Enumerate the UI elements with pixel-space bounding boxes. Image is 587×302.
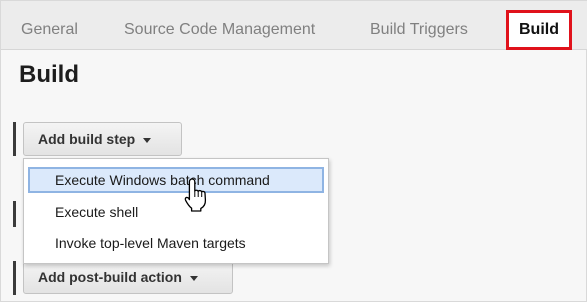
tab-source-code-management[interactable]: Source Code Management	[124, 11, 315, 50]
jenkins-config-window: General Source Code Management Build Tri…	[0, 0, 587, 302]
caret-down-icon	[189, 275, 198, 281]
tab-general[interactable]: General	[21, 11, 78, 50]
menu-item-execute-shell[interactable]: Execute shell	[28, 199, 324, 225]
section-marker	[13, 201, 16, 227]
add-post-build-action-button[interactable]: Add post-build action	[23, 260, 233, 294]
hand-pointer-icon	[184, 178, 207, 212]
add-build-step-label: Add build step	[38, 131, 136, 147]
section-marker	[13, 261, 16, 295]
add-build-step-button[interactable]: Add build step	[23, 122, 182, 156]
menu-item-execute-windows-batch-command[interactable]: Execute Windows batch command	[28, 167, 324, 193]
build-step-dropdown-menu: Execute Windows batch command Execute sh…	[23, 158, 329, 264]
caret-down-icon	[143, 137, 152, 143]
add-post-build-action-label: Add post-build action	[38, 269, 182, 285]
tab-build[interactable]: Build	[506, 10, 572, 50]
section-marker	[13, 122, 16, 156]
menu-item-invoke-maven-targets[interactable]: Invoke top-level Maven targets	[28, 230, 324, 256]
tab-build-triggers[interactable]: Build Triggers	[370, 11, 468, 50]
config-tab-bar: General Source Code Management Build Tri…	[1, 1, 587, 50]
section-title: Build	[19, 61, 79, 88]
